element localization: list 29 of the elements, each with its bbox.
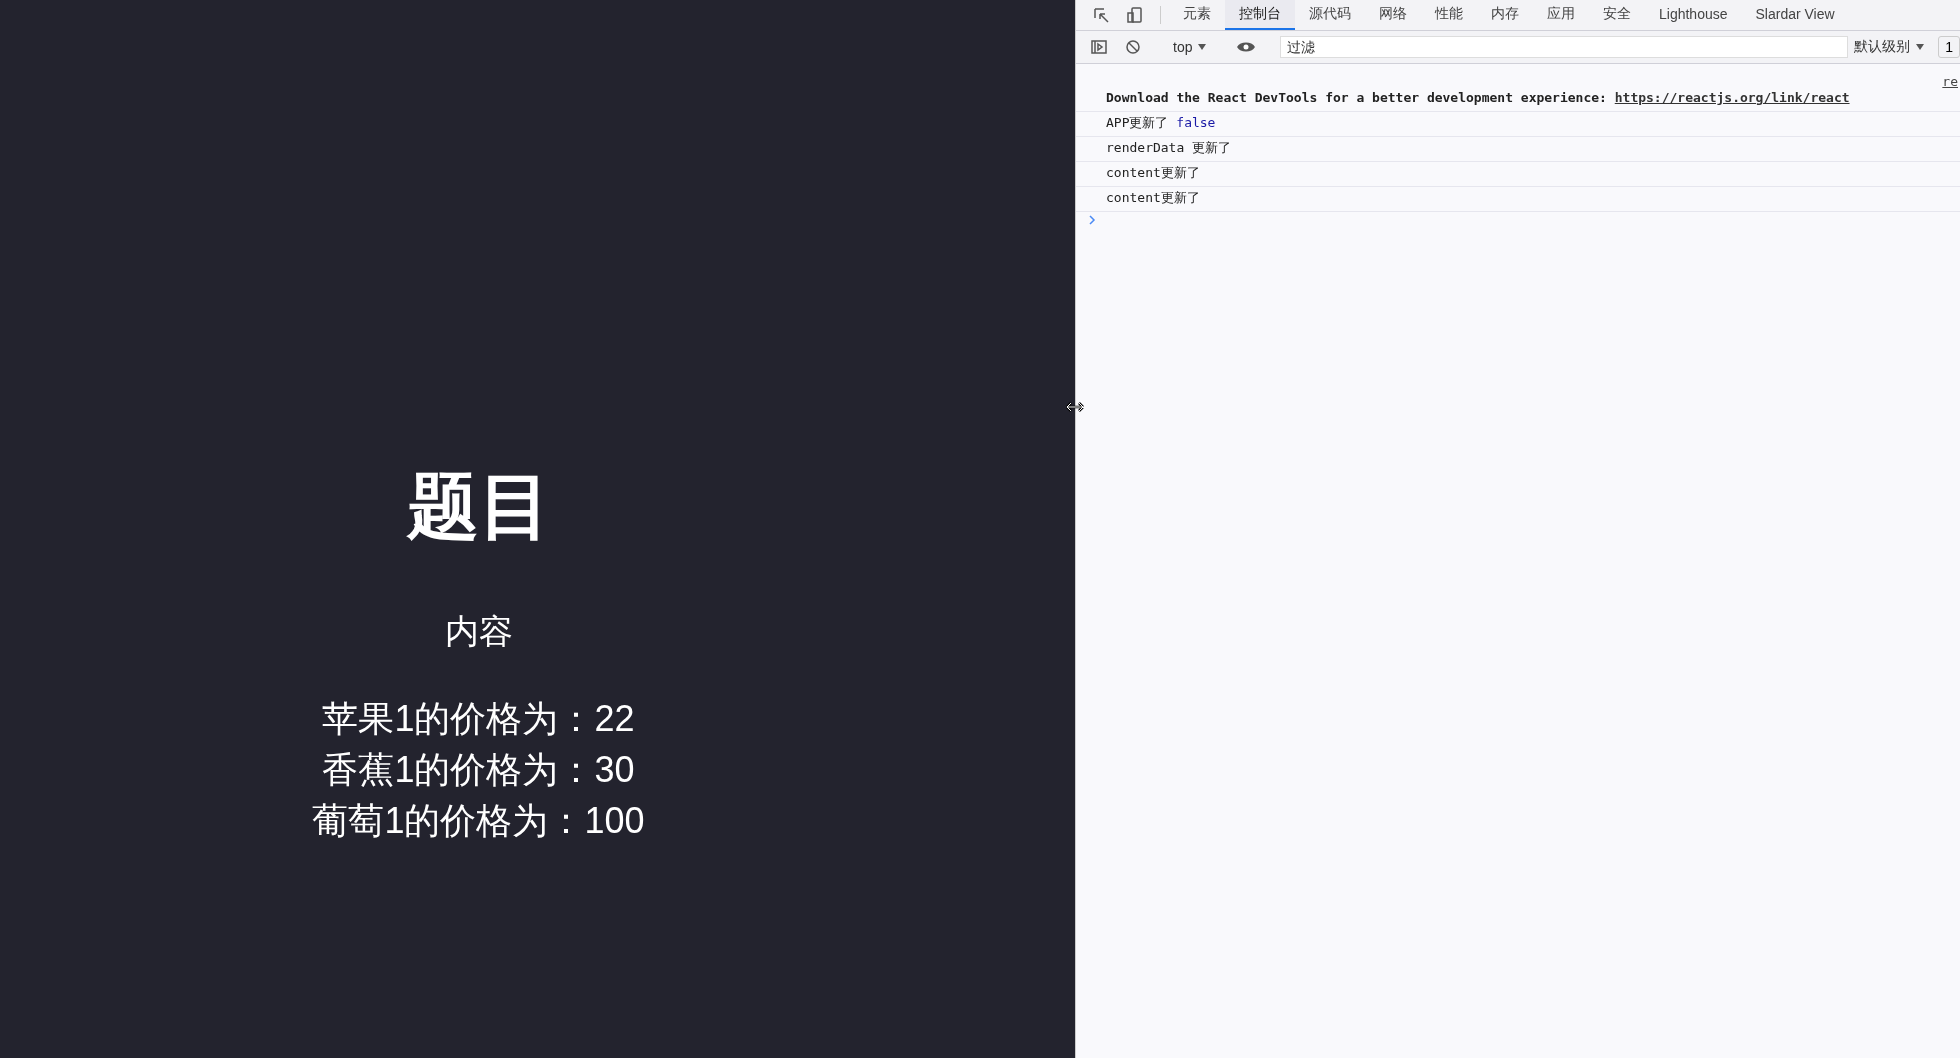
price-text: 香蕉1的价格为：30 (322, 747, 635, 792)
devtools-tab[interactable]: 网络 (1365, 0, 1421, 30)
console-message: Download the React DevTools for a better development experience: (1106, 90, 1608, 105)
console-message: content更新了 (1106, 165, 1200, 180)
console-message: renderData 更新了 (1106, 140, 1232, 155)
price-text: 葡萄1的价格为：100 (312, 798, 645, 843)
console-message: content更新了 (1106, 190, 1200, 205)
console-link[interactable]: https://reactjs.org/link/react (1614, 90, 1850, 105)
context-dropdown[interactable]: top (1167, 39, 1213, 55)
devtools-tab[interactable]: 内存 (1477, 0, 1533, 30)
price-text: 苹果1的价格为：22 (322, 696, 635, 741)
issues-button[interactable]: 1 (1938, 36, 1960, 58)
filter-field[interactable]: 过滤 (1280, 36, 1849, 58)
devtools-tab[interactable]: 控制台 (1225, 0, 1295, 30)
devtools-tab[interactable]: Lighthouse (1645, 0, 1742, 30)
caret-icon (1198, 44, 1207, 50)
devtools-tab[interactable]: 元素 (1169, 0, 1225, 30)
devtools-tab[interactable]: Slardar View (1741, 0, 1849, 30)
devtools-tab[interactable]: 应用 (1533, 0, 1589, 30)
page-title: 题目 (406, 470, 551, 542)
console-message: APP更新了 (1106, 115, 1170, 130)
source-link[interactable]: re (1942, 74, 1958, 89)
console-value: false (1176, 115, 1216, 130)
caret-icon (1916, 44, 1925, 50)
devtools-tab[interactable]: 源代码 (1295, 0, 1365, 30)
devtools-tab[interactable]: 性能 (1421, 0, 1477, 30)
content-text: 内容 (444, 611, 513, 652)
levels-dropdown[interactable]: 默认级别 (1848, 38, 1931, 56)
devtools-tab[interactable]: 安全 (1589, 0, 1645, 30)
